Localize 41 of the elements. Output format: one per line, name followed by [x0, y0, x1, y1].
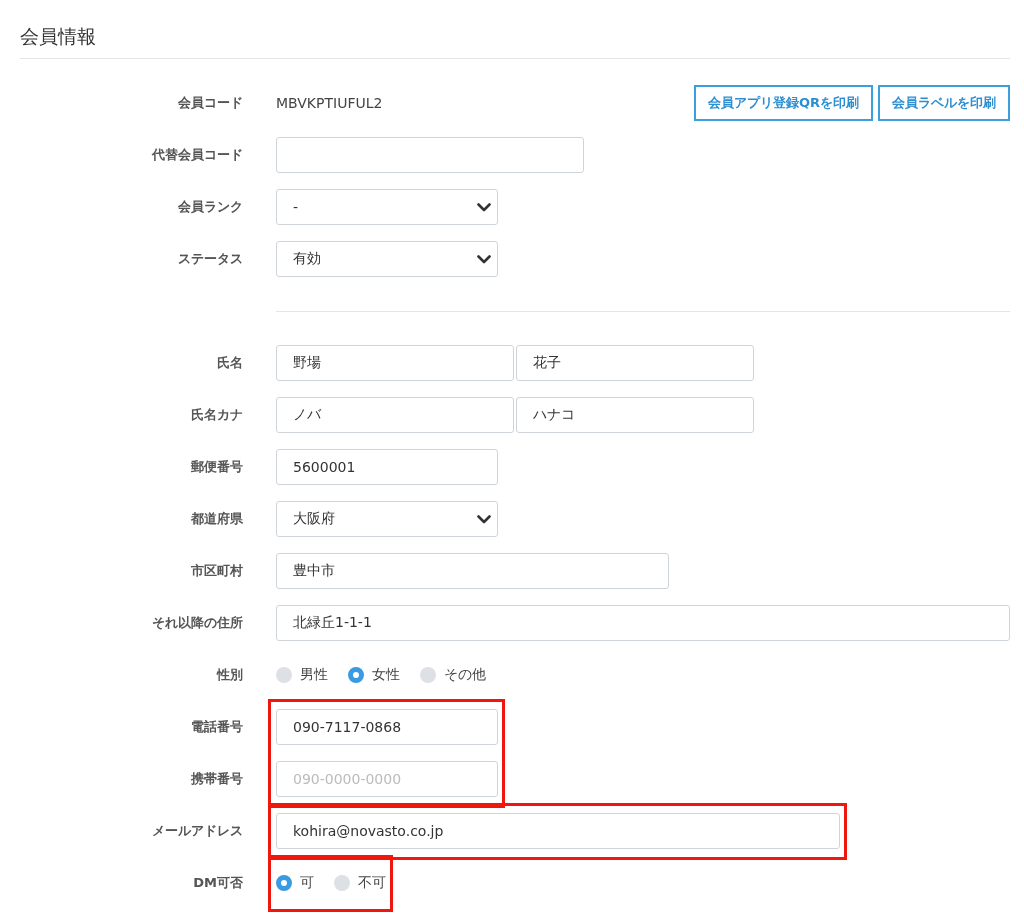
field-label: それ以降の住所 — [152, 614, 243, 632]
chevron-down-icon — [477, 514, 491, 524]
field-label: ステータス — [178, 250, 243, 268]
radio-option[interactable]: 男性 — [276, 666, 328, 684]
field-label: 会員コード — [178, 94, 243, 112]
input-field[interactable]: 豊中市 — [276, 553, 669, 589]
input-field[interactable]: 5600001 — [276, 449, 498, 485]
field-label: 電話番号 — [191, 718, 243, 736]
input-field[interactable]: 090-7117-0868 — [276, 709, 498, 745]
input-field[interactable]: 花子 — [516, 345, 754, 381]
field-label: 都道府県 — [191, 510, 243, 528]
field-label: 市区町村 — [191, 562, 243, 580]
input-field[interactable]: ノバ — [276, 397, 514, 433]
print-button[interactable]: 会員ラベルを印刷 — [878, 85, 1010, 121]
select-field[interactable]: - — [276, 189, 498, 225]
radio-option[interactable]: その他 — [420, 666, 486, 684]
field-label: 会員ランク — [178, 198, 243, 216]
input-field[interactable]: kohira@novasto.co.jp — [276, 813, 840, 849]
field-label: 氏名カナ — [191, 406, 243, 424]
field-label: 性別 — [217, 666, 243, 684]
input-field[interactable]: ハナコ — [516, 397, 754, 433]
radio-option[interactable]: 可 — [276, 874, 314, 892]
input-field[interactable]: 090-0000-0000 — [276, 761, 498, 797]
field-label: 氏名 — [217, 354, 243, 372]
chevron-down-icon — [477, 254, 491, 264]
field-label: メールアドレス — [152, 822, 243, 840]
field-label: 代替会員コード — [152, 146, 243, 164]
radio-option[interactable]: 不可 — [334, 874, 386, 892]
section-title: 会員情報 — [20, 24, 97, 49]
select-field[interactable]: 大阪府 — [276, 501, 498, 537]
print-button[interactable]: 会員アプリ登録QRを印刷 — [693, 85, 873, 121]
input-field[interactable]: 野場 — [276, 345, 514, 381]
input-field[interactable]: 北緑丘1-1-1 — [276, 605, 1010, 641]
field-label: 郵便番号 — [191, 458, 243, 476]
field-label: DM可否 — [193, 874, 243, 892]
input-field[interactable] — [276, 137, 584, 173]
field-label: 携帯番号 — [191, 770, 243, 788]
member-code: MBVKPTIUFUL2 — [276, 95, 383, 111]
select-field[interactable]: 有効 — [276, 241, 498, 277]
radio-option[interactable]: 女性 — [348, 666, 400, 684]
chevron-down-icon — [477, 202, 491, 212]
